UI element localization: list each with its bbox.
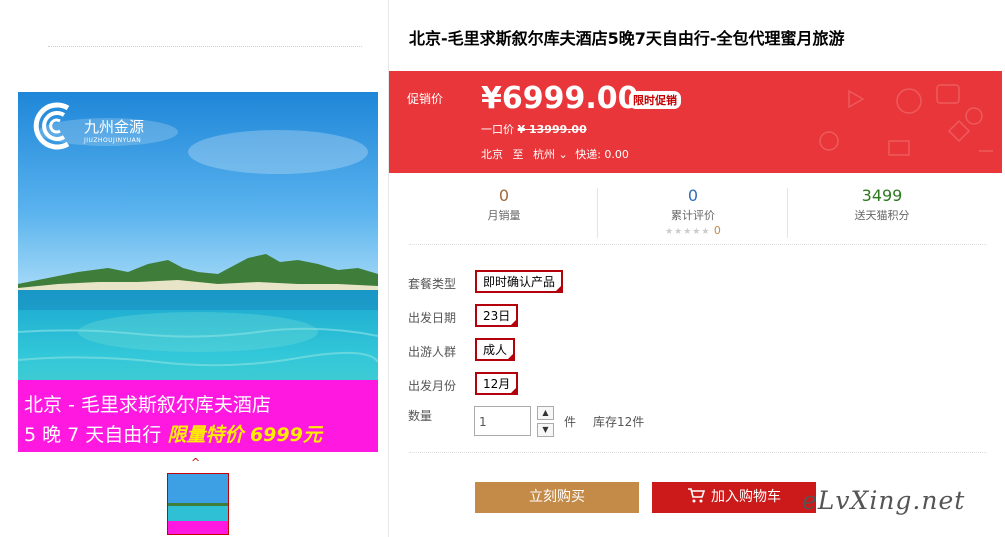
option-month-label: 出发月份 [408,379,457,393]
action-divider [409,452,987,453]
stat-reviews-value: 0 [687,186,699,205]
promo-price-value: ¥6999.00 [481,81,639,116]
brand-logo-name: 九州金源 [84,118,145,136]
option-date-value[interactable]: 23日 [475,304,519,327]
quantity-label: 数量 [408,409,433,423]
original-price-value: ¥ 13999.00 [517,123,587,136]
stock-count: 库存12件 [593,415,645,429]
quantity-increase-button[interactable]: ▲ [537,406,554,420]
stats-bar: 0 月销量 0 累计评价 ★★★★★ 0 3499 送天猫积分 [409,180,987,245]
add-to-cart-label: 加入购物车 [711,489,781,505]
ship-destination: 杭州 [533,148,555,161]
original-price: 一口价 ¥ 13999.00 [481,121,587,137]
review-rating: ★★★★★ 0 [598,224,788,237]
thumbnail-up-arrow-icon[interactable]: ^ [191,456,200,469]
shipping-info: 北京 至 杭州 ⌄ 快递: 0.00 [481,146,629,162]
brand-logo: 九州金源 JIUZHOUJINYUAN [28,102,198,150]
stat-points: 3499 送天猫积分 [787,186,977,223]
option-package-label: 套餐类型 [408,277,457,291]
buy-now-button[interactable]: 立刻购买 [475,482,639,513]
cart-icon [688,488,706,503]
ship-from: 北京 [481,148,503,161]
review-count: 0 [713,224,721,237]
quantity-unit: 件 [564,415,577,429]
shipping-fee: 快递: 0.00 [575,148,629,161]
banner-offer-line: 5 晚 7 天自由行 限量特价 6999元 [24,420,322,447]
site-watermark: eLvXing.net [802,486,966,515]
stat-monthly-sales: 0 月销量 [409,186,599,223]
add-to-cart-button[interactable]: 加入购物车 [652,482,816,513]
gallery-top-divider [48,46,362,47]
promo-price-label: 促销价 [407,92,444,106]
banner-promo-price: 限量特价 6999元 [167,424,322,446]
stat-monthly-sales-value: 0 [498,186,510,205]
option-month-value[interactable]: 12月 [475,372,519,395]
banner-route-text: 北京 - 毛里求斯叙尔库夫酒店 [24,394,271,416]
option-date-label: 出发日期 [408,311,457,325]
stat-reviews[interactable]: 0 累计评价 ★★★★★ 0 [598,186,788,237]
original-price-label: 一口价 [481,123,514,136]
chevron-down-icon: ⌄ [558,148,568,161]
ship-to-word: 至 [512,148,524,161]
quantity-input[interactable]: 1 [474,406,531,436]
option-travelers-value[interactable]: 成人 [475,338,516,361]
star-rating-icon: ★★★★★ [665,227,711,237]
stat-points-value: 3499 [861,186,903,205]
stat-reviews-label: 累计评价 [671,209,715,222]
promo-banner: 北京 - 毛里求斯叙尔库夫酒店 5 晚 7 天自由行 限量特价 6999元 [18,380,378,452]
price-panel: 促销价 ¥6999.00 限时促销 一口价 ¥ 13999.00 北京 至 杭州… [389,71,1002,173]
product-detail-panel: 北京-毛里求斯叙尔库夫酒店5晚7天自由行-全包代理蜜月旅游 促销价 ¥6999.… [389,0,1005,537]
main-product-image[interactable]: 九州金源 JIUZHOUJINYUAN 北京 - 毛里求斯叙尔库夫酒店 5 晚 … [18,92,378,452]
brand-logo-subtitle: JIUZHOUJINYUAN [84,137,142,144]
thumbnail-photo [168,474,228,534]
thumbnail-image[interactable] [167,473,229,535]
product-page: 九州金源 JIUZHOUJINYUAN 北京 - 毛里求斯叙尔库夫酒店 5 晚 … [0,0,1005,537]
banner-duration-text: 5 晚 7 天自由行 [24,424,162,446]
product-title: 北京-毛里求斯叙尔库夫酒店5晚7天自由行-全包代理蜜月旅游 [409,29,845,48]
stat-monthly-sales-label: 月销量 [487,209,521,222]
stat-points-label: 送天猫积分 [854,209,910,222]
quantity-decrease-button[interactable]: ▼ [537,423,554,437]
brand-logo-icon [33,102,70,150]
ship-destination-select[interactable]: 杭州 ⌄ [533,148,571,161]
option-travelers-label: 出游人群 [408,345,457,359]
limited-time-badge: 限时促销 [629,91,681,109]
option-package-value[interactable]: 即时确认产品 [475,270,564,293]
